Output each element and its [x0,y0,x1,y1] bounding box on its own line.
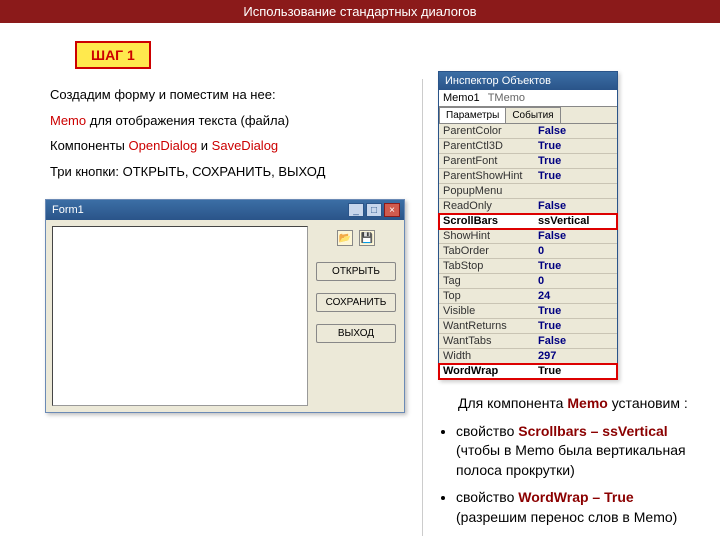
form-mock: Form1 _ □ × 📂 💾 ОТКРЫТЬ СОХРАНИТЬ ВЫХОД [45,199,405,413]
property-value[interactable] [534,184,617,198]
property-row-parentfont[interactable]: ParentFontTrue [439,154,617,169]
property-row-readonly[interactable]: ReadOnlyFalse [439,199,617,214]
savedialog-icon[interactable]: 💾 [359,230,375,246]
property-row-parentctl3d[interactable]: ParentCtl3DTrue [439,139,617,154]
inspector-object-class: TMemo [488,92,525,104]
desc-line4: Три кнопки: ОТКРЫТЬ, СОХРАНИТЬ, ВЫХОД [50,164,325,179]
property-row-parentshowhint[interactable]: ParentShowHintTrue [439,169,617,184]
property-name: Tag [439,274,534,288]
property-name: ParentFont [439,154,534,168]
bullet-scrollbars: свойство Scrollbars – ssVertical (чтобы … [456,422,700,481]
property-row-tabstop[interactable]: TabStopTrue [439,259,617,274]
property-name: Top [439,289,534,303]
desc-line3c: и [197,138,212,153]
step-badge: ШАГ 1 [75,41,151,69]
open-button[interactable]: ОТКРЫТЬ [316,262,396,281]
form-title-text: Form1 [52,204,84,216]
property-value[interactable]: True [534,154,617,168]
desc-line3a: Компоненты [50,138,129,153]
property-name: Width [439,349,534,363]
opendialog-icon[interactable]: 📂 [337,230,353,246]
form-titlebar: Form1 _ □ × [46,200,404,220]
b2a: свойство [456,489,518,505]
memo-area[interactable] [52,226,308,406]
inspector-title: Инспектор Объектов [439,72,617,90]
property-value[interactable]: True [534,259,617,273]
property-value[interactable]: False [534,124,617,138]
tab-properties[interactable]: Параметры [439,107,506,123]
property-name: TabOrder [439,244,534,258]
property-row-showhint[interactable]: ShowHintFalse [439,229,617,244]
save-button[interactable]: СОХРАНИТЬ [316,293,396,312]
property-name: ScrollBars [439,214,534,228]
property-value[interactable]: 24 [534,289,617,303]
close-icon[interactable]: × [384,203,400,217]
explain-memo: Memo [567,395,607,411]
property-value[interactable]: True [534,139,617,153]
property-name: WantTabs [439,334,534,348]
property-row-parentcolor[interactable]: ParentColorFalse [439,124,617,139]
property-name: Visible [439,304,534,318]
property-name: WantReturns [439,319,534,333]
property-value[interactable]: False [534,229,617,243]
property-value[interactable]: False [534,334,617,348]
property-value[interactable]: 0 [534,274,617,288]
property-value[interactable]: True [534,319,617,333]
inspector-object-name[interactable]: Memo1 [443,92,480,104]
property-row-wanttabs[interactable]: WantTabsFalse [439,334,617,349]
property-name: PopupMenu [439,184,534,198]
property-value[interactable]: 0 [534,244,617,258]
page-title: Использование стандартных диалогов [243,4,476,19]
exit-button[interactable]: ВЫХОД [316,324,396,343]
property-name: ParentCtl3D [439,139,534,153]
b2c: (разрешим перенос слов в Memo) [456,509,677,525]
desc-line1: Создадим форму и поместим на нее: [50,87,276,102]
bullet-wordwrap: свойство WordWrap – True (разрешим перен… [456,488,700,527]
desc-line2b: для отображения текста (файла) [86,113,289,128]
property-value[interactable]: False [534,199,617,213]
property-value[interactable]: 297 [534,349,617,363]
memo-keyword: Memo [50,113,86,128]
opendialog-keyword: OpenDialog [129,138,198,153]
property-name: ReadOnly [439,199,534,213]
property-name: TabStop [439,259,534,273]
property-row-taborder[interactable]: TabOrder0 [439,244,617,259]
maximize-icon[interactable]: □ [366,203,382,217]
object-inspector: Инспектор Объектов Memo1 TMemo Параметры… [438,71,618,380]
property-value[interactable]: True [534,304,617,318]
savedialog-keyword: SaveDialog [212,138,279,153]
property-row-top[interactable]: Top24 [439,289,617,304]
property-name: ParentShowHint [439,169,534,183]
tab-events[interactable]: События [505,107,560,123]
property-name: WordWrap [439,364,534,378]
property-value[interactable]: True [534,169,617,183]
property-name: ParentColor [439,124,534,138]
minimize-icon[interactable]: _ [348,203,364,217]
inspector-grid: ParentColorFalseParentCtl3DTrueParentFon… [439,124,617,379]
explain-block: Для компонента Memo установим : свойство… [438,394,700,528]
explain-intro1: Для компонента [458,395,567,411]
b2b: WordWrap – True [518,489,633,505]
property-name: ShowHint [439,229,534,243]
property-row-popupmenu[interactable]: PopupMenu [439,184,617,199]
description-block: Создадим форму и поместим на нее: Memo д… [20,85,412,181]
page-header: Использование стандартных диалогов [0,0,720,23]
b1c: (чтобы в Memo была вертикальная полоса п… [456,442,686,478]
property-row-visible[interactable]: VisibleTrue [439,304,617,319]
property-row-scrollbars[interactable]: ScrollBarsssVertical [439,214,617,229]
b1b: Scrollbars – ssVertical [518,423,667,439]
property-value[interactable]: ssVertical [534,214,617,228]
step-label: ШАГ 1 [91,47,135,63]
property-row-tag[interactable]: Tag0 [439,274,617,289]
b1a: свойство [456,423,518,439]
property-value[interactable]: True [534,364,617,378]
property-row-width[interactable]: Width297 [439,349,617,364]
property-row-wantreturns[interactable]: WantReturnsTrue [439,319,617,334]
property-row-wordwrap[interactable]: WordWrapTrue [439,364,617,379]
explain-intro3: установим : [608,395,688,411]
